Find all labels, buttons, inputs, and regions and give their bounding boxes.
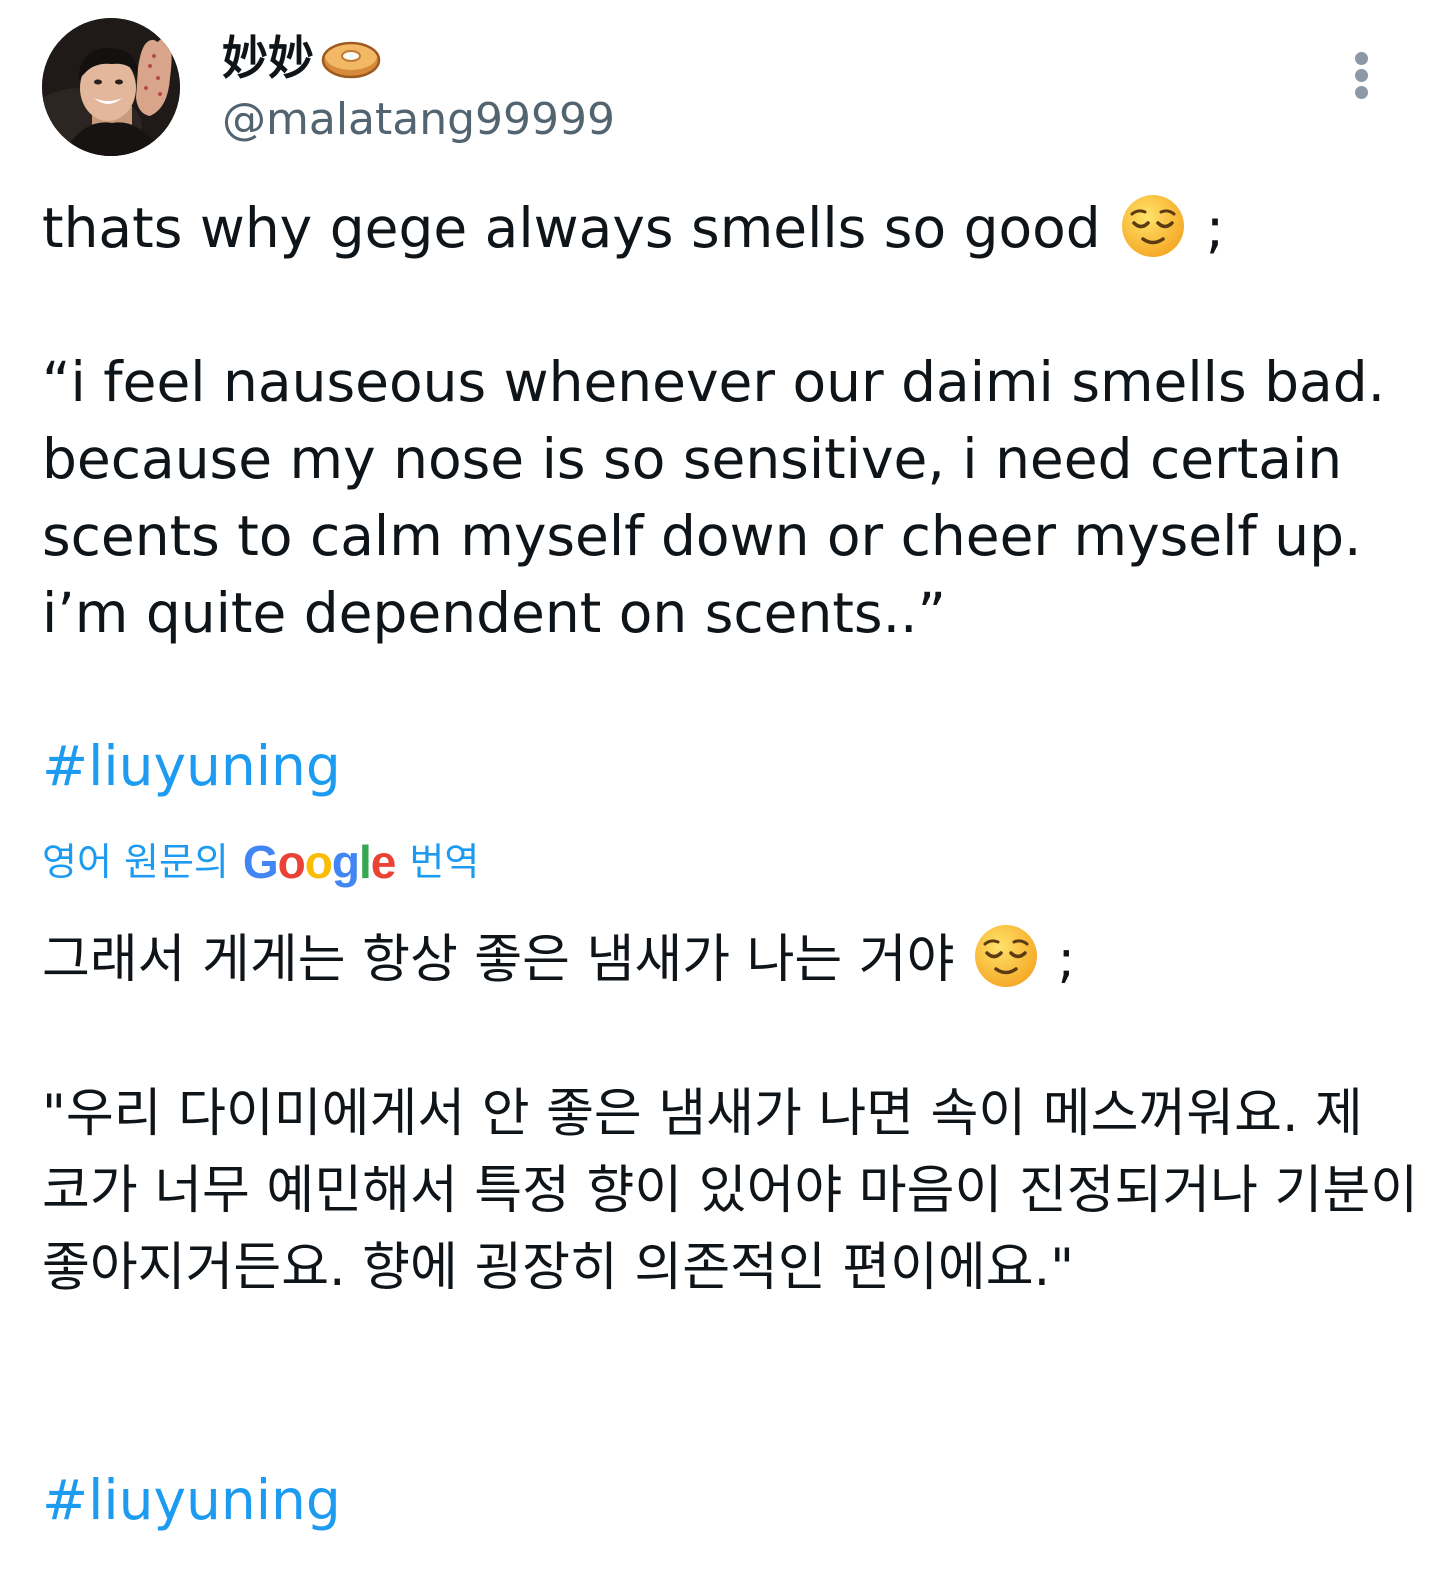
translated-quote: "우리 다이미에게서 안 좋은 냄새가 나면 속이 메스꺼워요. 제 코가 너무… xyxy=(42,1084,1435,1298)
hashtag-link[interactable]: #liuyuning xyxy=(42,728,1422,805)
tweet-quote: “i feel nauseous whenever our daimi smel… xyxy=(42,350,1403,645)
translated-text: 그래서 게게는 항상 좋은 냄새가 나는 거야 ; "우리 다이미에게서 안 좋… xyxy=(42,922,1422,1307)
profile-photo xyxy=(42,18,180,156)
more-options-button[interactable] xyxy=(1340,50,1384,100)
google-logo: Google xyxy=(242,836,396,888)
relieved-face-icon xyxy=(1122,195,1185,257)
user-handle[interactable]: @malatang99999 xyxy=(222,92,615,148)
translated-line1: 그래서 게게는 항상 좋은 냄새가 나는 거야 xyxy=(42,930,971,990)
translation-prefix: 영어 원문의 xyxy=(42,840,229,884)
tweet-line1-suffix: ; xyxy=(1188,196,1225,260)
relieved-face-icon xyxy=(975,925,1037,987)
display-name[interactable]: 妙妙 xyxy=(222,30,382,86)
tweet-text: thats why gege always smells so good ; “… xyxy=(42,190,1422,652)
display-name-text: 妙妙 xyxy=(222,31,314,85)
translated-hashtag-link[interactable]: #liuyuning xyxy=(42,1462,1422,1539)
tweet-line1: thats why gege always smells so good xyxy=(42,196,1119,260)
avatar[interactable] xyxy=(42,18,180,156)
translation-attribution[interactable]: 영어 원문의 Google 번역 xyxy=(42,832,479,892)
translated-line1-suffix: ; xyxy=(1041,930,1076,990)
translation-suffix: 번역 xyxy=(409,840,480,884)
bagel-icon xyxy=(321,41,381,79)
